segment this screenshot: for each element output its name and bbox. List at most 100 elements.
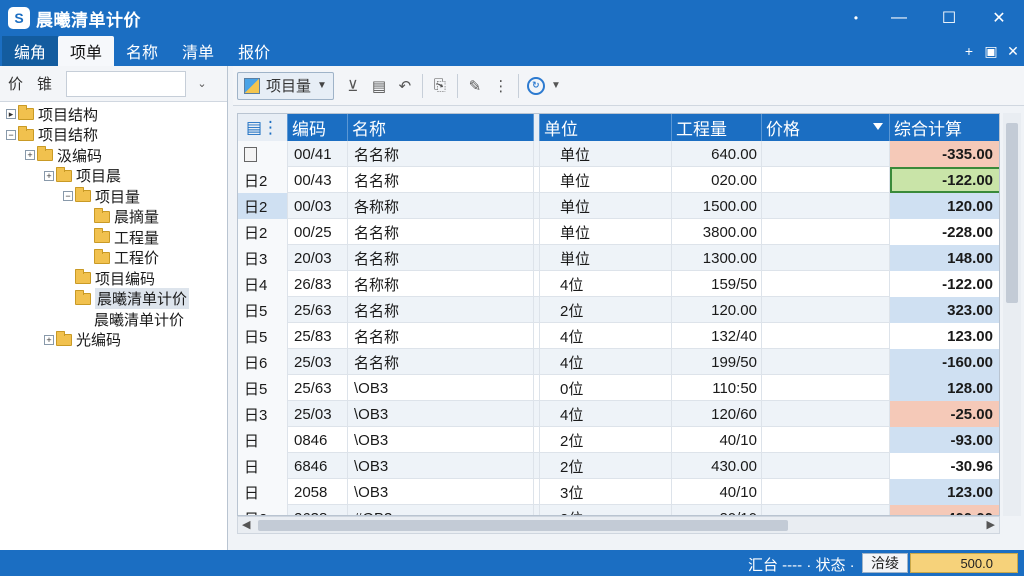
- cell-unit[interactable]: 4位: [540, 271, 672, 297]
- tree-node[interactable]: + 项目晨: [0, 166, 227, 187]
- export-icon[interactable]: ⎘: [427, 72, 453, 100]
- cell-price[interactable]: [762, 167, 890, 193]
- cell-unit[interactable]: 单位: [540, 141, 672, 167]
- cell-name[interactable]: 名名称: [348, 297, 534, 323]
- cell-name[interactable]: \OB3: [348, 401, 534, 427]
- scroll-left-icon[interactable]: ◀: [242, 518, 250, 531]
- cell-quantity[interactable]: 40/10: [672, 479, 762, 505]
- cell-code[interactable]: 00/25: [288, 219, 348, 245]
- cell-quantity[interactable]: 20/10: [672, 505, 762, 515]
- cell-quantity[interactable]: 3800.00: [672, 219, 762, 245]
- cell-price[interactable]: [762, 219, 890, 245]
- tree-node[interactable]: − 项目量: [0, 186, 227, 207]
- table-row[interactable]: 日 0846 \OB3 2位 40/10 -93.00: [238, 427, 999, 453]
- cell-total[interactable]: -93.00: [890, 427, 999, 453]
- lock-label[interactable]: 锥: [37, 73, 52, 94]
- cell-name[interactable]: 名名称: [348, 245, 534, 271]
- row-header[interactable]: 日: [238, 453, 288, 479]
- cell-unit[interactable]: 3位: [540, 479, 672, 505]
- table-row[interactable]: 日 2058 \OB3 3位 40/10 123.00: [238, 479, 999, 505]
- cell-name[interactable]: 名名称: [348, 323, 534, 349]
- tree-node[interactable]: 晨摘量: [0, 207, 227, 228]
- cell-total[interactable]: -160.00: [890, 349, 999, 375]
- cell-quantity[interactable]: 1500.00: [672, 193, 762, 219]
- price-label[interactable]: 价: [8, 73, 23, 94]
- tree-node[interactable]: 晨曦清单计价: [0, 309, 227, 330]
- table-row[interactable]: 日3 25/03 \OB3 4位 120/60 -25.00: [238, 401, 999, 427]
- row-header[interactable]: [238, 141, 288, 167]
- cell-price[interactable]: [762, 323, 890, 349]
- vertical-scroll-thumb[interactable]: [1006, 123, 1018, 303]
- cell-code[interactable]: 0846: [288, 427, 348, 453]
- table-row[interactable]: 日2 00/25 名名称 单位 3800.00 -228.00: [238, 219, 999, 245]
- table-row[interactable]: 日2 00/43 名名称 单位 020.00 -122.00: [238, 167, 999, 193]
- cell-total[interactable]: 123.00: [890, 323, 999, 349]
- cell-total[interactable]: -228.00: [890, 219, 999, 245]
- maximize-button[interactable]: ☐: [924, 0, 974, 36]
- cell-name[interactable]: 名称称: [348, 271, 534, 297]
- cell-price[interactable]: [762, 427, 890, 453]
- menu-item-quote[interactable]: 报价: [226, 36, 282, 66]
- cell-unit[interactable]: 単位: [540, 245, 672, 271]
- cell-total[interactable]: 148.00: [890, 245, 999, 271]
- tree-node[interactable]: − 项目结称: [0, 125, 227, 146]
- clipboard-icon[interactable]: ▤: [366, 72, 392, 100]
- cell-code[interactable]: 2058: [288, 479, 348, 505]
- save-icon[interactable]: ▣: [980, 43, 1002, 60]
- table-row[interactable]: 日5 25/63 名名称 2位 120.00 323.00: [238, 297, 999, 323]
- cell-price[interactable]: [762, 479, 890, 505]
- filter-dropdown-icon[interactable]: [873, 123, 883, 130]
- cell-quantity[interactable]: 020.00: [672, 167, 762, 193]
- close-button[interactable]: ✕: [974, 0, 1024, 36]
- cell-code[interactable]: 00/03: [288, 193, 348, 219]
- cell-total[interactable]: -30.96: [890, 453, 999, 479]
- cell-price[interactable]: [762, 297, 890, 323]
- cell-price[interactable]: [762, 505, 890, 515]
- tree-node[interactable]: 项目编码: [0, 268, 227, 289]
- cell-name[interactable]: \OB3: [348, 427, 534, 453]
- cell-unit[interactable]: 2位: [540, 505, 672, 515]
- tree-node[interactable]: 晨曦清单计价: [0, 288, 227, 310]
- cell-unit[interactable]: 单位: [540, 219, 672, 245]
- cell-code[interactable]: 25/63: [288, 297, 348, 323]
- cell-name[interactable]: 名名称: [348, 219, 534, 245]
- cell-price[interactable]: [762, 193, 890, 219]
- edit-icon[interactable]: ✎: [462, 72, 488, 100]
- row-header[interactable]: 日3: [238, 245, 288, 271]
- row-header[interactable]: 日2: [238, 193, 288, 219]
- window-menu-icon[interactable]: •: [838, 0, 874, 36]
- cell-quantity[interactable]: 120/60: [672, 401, 762, 427]
- vertical-scrollbar[interactable]: [1003, 113, 1021, 516]
- row-header[interactable]: 日: [238, 479, 288, 505]
- column-header-code[interactable]: 编码: [288, 114, 348, 141]
- cell-price[interactable]: [762, 401, 890, 427]
- cell-total[interactable]: 323.00: [890, 297, 999, 323]
- row-header[interactable]: 日4: [238, 271, 288, 297]
- chevron-down-icon[interactable]: ⌄: [190, 71, 214, 97]
- cell-unit[interactable]: 4位: [540, 323, 672, 349]
- table-row[interactable]: 日5 25/83 名名称 4位 132/40 123.00: [238, 323, 999, 349]
- select-all-header[interactable]: ▤⋮: [238, 114, 288, 141]
- cell-name[interactable]: 名名称: [348, 167, 534, 193]
- cell-code[interactable]: 00/43: [288, 167, 348, 193]
- table-row[interactable]: 日22638#OB3 2位20/10 -400.00: [238, 505, 999, 515]
- column-header-quantity[interactable]: 工程量: [672, 114, 762, 141]
- table-row[interactable]: 00/41 名名称 单位 640.00 -335.00: [238, 141, 999, 167]
- cell-quantity[interactable]: 199/50: [672, 349, 762, 375]
- cell-code[interactable]: 25/03: [288, 401, 348, 427]
- row-header[interactable]: 日: [238, 427, 288, 453]
- cell-code[interactable]: 25/63: [288, 375, 348, 401]
- row-header[interactable]: 日2: [238, 219, 288, 245]
- cell-price[interactable]: [762, 375, 890, 401]
- cell-code[interactable]: 2638: [288, 505, 348, 515]
- menu-item-list[interactable]: 清单: [170, 36, 226, 66]
- cell-quantity[interactable]: 159/50: [672, 271, 762, 297]
- tree-node[interactable]: 工程价: [0, 248, 227, 269]
- status-button[interactable]: 洽绫: [862, 553, 908, 573]
- menu-item-edit[interactable]: 编角: [2, 36, 59, 66]
- sum-icon[interactable]: ⊻: [340, 72, 366, 100]
- cell-quantity[interactable]: 640.00: [672, 141, 762, 167]
- cell-code[interactable]: 6846: [288, 453, 348, 479]
- cell-code[interactable]: 25/83: [288, 323, 348, 349]
- more-icon[interactable]: ⋮: [488, 72, 514, 100]
